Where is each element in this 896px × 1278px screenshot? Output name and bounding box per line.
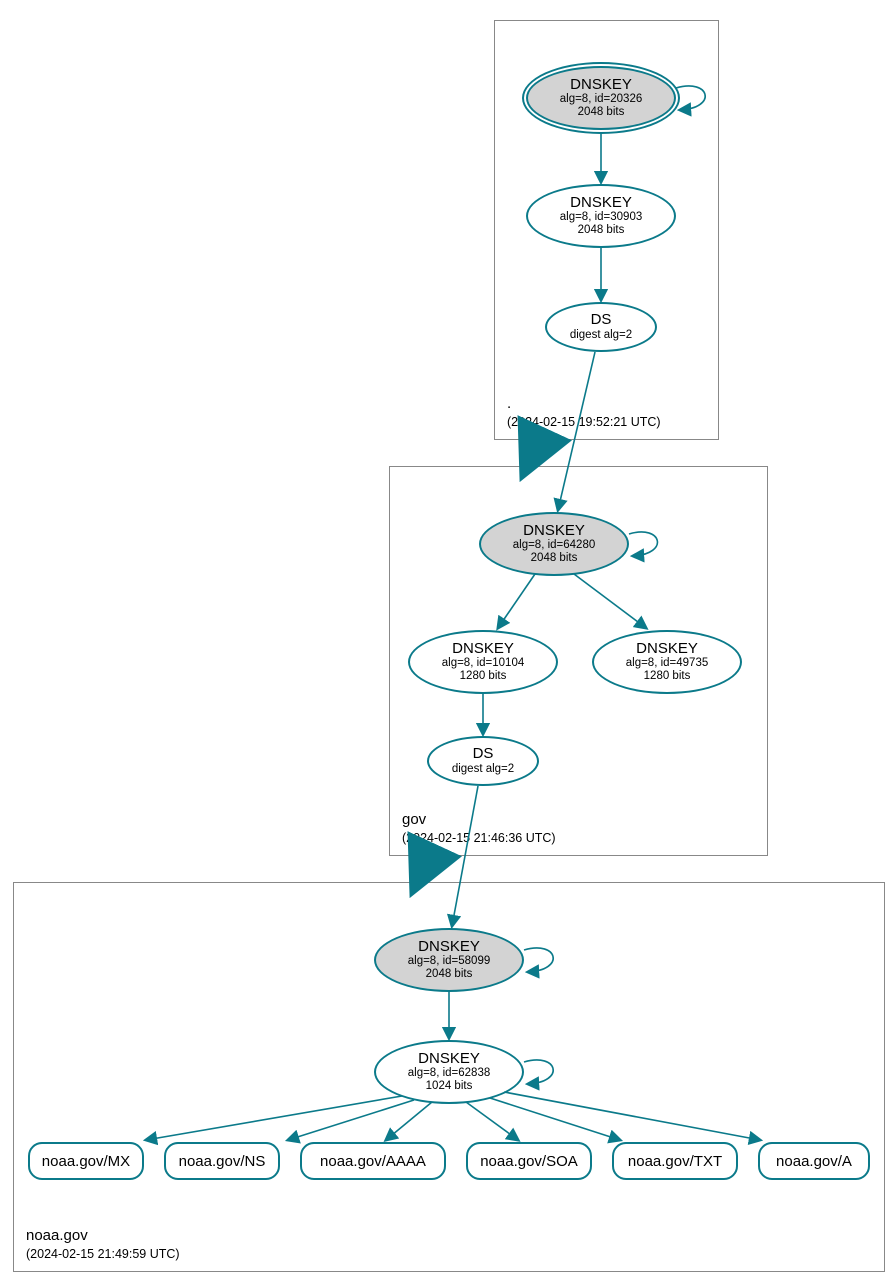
node-sub1: alg=8, id=62838: [408, 1067, 491, 1080]
zone-noaa-timestamp: (2024-02-15 21:49:59 UTC): [26, 1246, 180, 1263]
rr-soa: noaa.gov/SOA: [466, 1142, 592, 1180]
gov-zsk-1: DNSKEY alg=8, id=10104 1280 bits: [408, 630, 558, 694]
root-zsk: DNSKEY alg=8, id=30903 2048 bits: [526, 184, 676, 248]
node-title: DNSKEY: [452, 641, 514, 658]
zone-noaa-name: noaa.gov: [26, 1226, 180, 1246]
noaa-zsk: DNSKEY alg=8, id=62838 1024 bits: [374, 1040, 524, 1104]
gov-ksk: DNSKEY alg=8, id=64280 2048 bits: [479, 512, 629, 576]
node-title: DNSKEY: [523, 523, 585, 540]
node-sub2: 1024 bits: [426, 1080, 473, 1093]
node-sub2: 2048 bits: [426, 968, 473, 981]
zone-gov-label: gov (2024-02-15 21:46:36 UTC): [402, 810, 556, 847]
node-sub1: alg=8, id=64280: [513, 539, 596, 552]
gov-ds: DS digest alg=2: [427, 736, 539, 786]
node-sub1: alg=8, id=58099: [408, 955, 491, 968]
zone-root-name: .: [507, 394, 661, 414]
rr-label: noaa.gov/AAAA: [320, 1153, 426, 1170]
gov-zsk-2: DNSKEY alg=8, id=49735 1280 bits: [592, 630, 742, 694]
node-sub1: alg=8, id=30903: [560, 211, 643, 224]
zone-gov-timestamp: (2024-02-15 21:46:36 UTC): [402, 830, 556, 847]
zone-root-label: . (2024-02-15 19:52:21 UTC): [507, 394, 661, 431]
node-sub1: alg=8, id=10104: [442, 657, 525, 670]
node-title: DS: [473, 746, 494, 763]
node-sub1: alg=8, id=49735: [626, 657, 709, 670]
node-sub2: 2048 bits: [578, 224, 625, 237]
rr-label: noaa.gov/SOA: [480, 1153, 578, 1170]
root-ksk: DNSKEY alg=8, id=20326 2048 bits: [526, 66, 676, 130]
node-sub1: digest alg=2: [570, 329, 632, 342]
zone-gov-name: gov: [402, 810, 556, 830]
rr-ns: noaa.gov/NS: [164, 1142, 280, 1180]
node-title: DNSKEY: [418, 1051, 480, 1068]
node-sub2: 1280 bits: [644, 670, 691, 683]
zone-noaa-label: noaa.gov (2024-02-15 21:49:59 UTC): [26, 1226, 180, 1263]
rr-label: noaa.gov/A: [776, 1153, 852, 1170]
rr-a: noaa.gov/A: [758, 1142, 870, 1180]
root-ds: DS digest alg=2: [545, 302, 657, 352]
node-sub2: 1280 bits: [460, 670, 507, 683]
node-sub2: 2048 bits: [578, 106, 625, 119]
node-title: DNSKEY: [636, 641, 698, 658]
rr-label: noaa.gov/NS: [179, 1153, 266, 1170]
node-sub2: 2048 bits: [531, 552, 578, 565]
noaa-ksk: DNSKEY alg=8, id=58099 2048 bits: [374, 928, 524, 992]
node-title: DNSKEY: [570, 77, 632, 94]
rr-mx: noaa.gov/MX: [28, 1142, 144, 1180]
rr-label: noaa.gov/MX: [42, 1153, 130, 1170]
node-title: DNSKEY: [570, 195, 632, 212]
rr-txt: noaa.gov/TXT: [612, 1142, 738, 1180]
node-title: DS: [591, 312, 612, 329]
node-sub1: digest alg=2: [452, 763, 514, 776]
node-sub1: alg=8, id=20326: [560, 93, 643, 106]
zone-root-timestamp: (2024-02-15 19:52:21 UTC): [507, 414, 661, 431]
rr-aaaa: noaa.gov/AAAA: [300, 1142, 446, 1180]
node-title: DNSKEY: [418, 939, 480, 956]
rr-label: noaa.gov/TXT: [628, 1153, 722, 1170]
